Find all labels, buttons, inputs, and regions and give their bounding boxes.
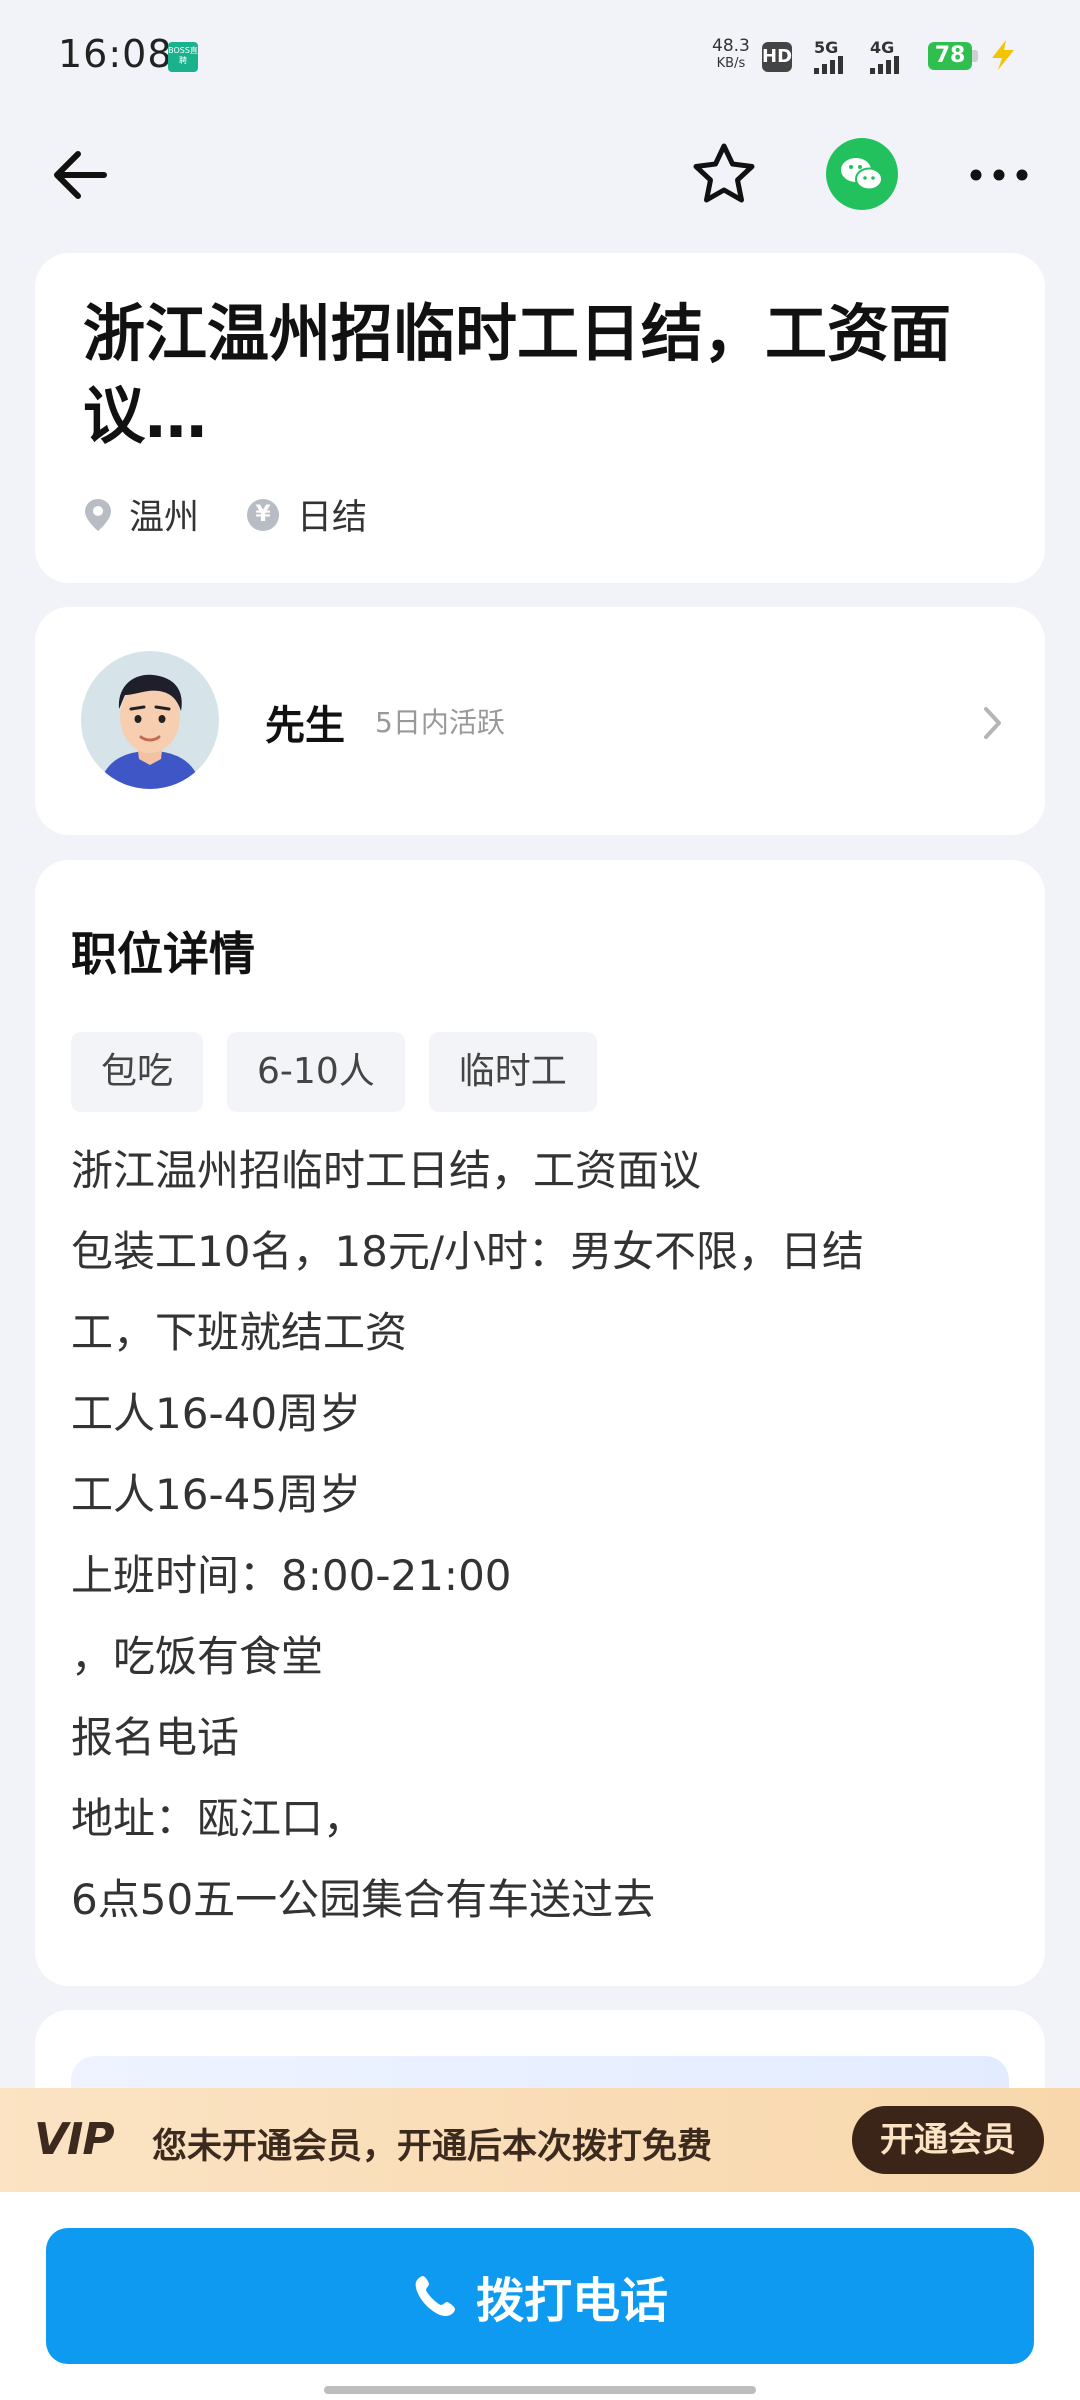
job-tag: 包吃 <box>71 1032 204 1112</box>
job-details-card: 职位详情 包吃 6-10人 临时工 浙江温州招临时工日结，工资面议 包装工10名… <box>35 860 1045 1986</box>
network-speed: 48.3 KB/s <box>712 38 750 72</box>
home-indicator[interactable] <box>324 2386 756 2394</box>
favorite-button[interactable] <box>688 138 760 210</box>
job-description: 浙江温州招临时工日结，工资面议 包装工10名，18元/小时：男女不限，日结 工，… <box>71 1130 1001 1940</box>
job-location: 温州 <box>83 489 199 540</box>
battery-tip <box>972 50 978 62</box>
chevron-right-icon <box>984 707 1001 739</box>
charging-bolt-icon <box>992 40 1014 70</box>
arrow-left-icon <box>54 151 107 199</box>
job-tag: 临时工 <box>428 1032 597 1112</box>
boss-app-badge-label: BOSS直聘 <box>168 46 198 65</box>
battery-level: 78 <box>928 42 972 70</box>
open-membership-button[interactable]: 开通会员 <box>852 2106 1044 2174</box>
section-title: 职位详情 <box>71 927 255 981</box>
hd-badge: HD <box>762 42 792 72</box>
call-button-label: 拨打电话 <box>475 2273 668 2329</box>
yen-icon: ¥ <box>247 498 280 531</box>
description-line: 上班时间：8:00-21:00 <box>71 1551 512 1600</box>
job-pay-type: ¥ 日结 <box>247 489 367 540</box>
description-line: 工人16-40周岁 <box>71 1389 362 1438</box>
description-line: 报名电话 <box>71 1713 240 1762</box>
description-line: 6点50五一公园集合有车送过去 <box>71 1875 656 1924</box>
status-time: 16:08 <box>58 32 173 76</box>
network-speed-unit: KB/s <box>716 56 746 71</box>
description-line: 地址：瓯江口， <box>71 1794 366 1843</box>
star-outline-icon <box>693 143 755 203</box>
vip-promo-banner: VIP 您未开通会员，开通后本次拨打免费 开通会员 <box>0 2088 1080 2192</box>
phone-icon <box>415 2276 455 2317</box>
boss-app-badge: BOSS直聘 <box>168 42 198 72</box>
avatar-man-icon <box>81 651 219 789</box>
signal-5g: 5G <box>814 40 843 74</box>
back-button[interactable] <box>46 140 116 210</box>
signal-4g-label: 4G <box>870 38 895 57</box>
more-button[interactable] <box>964 140 1034 210</box>
description-line: ，吃饭有食堂 <box>71 1632 324 1681</box>
job-tag: 6-10人 <box>227 1032 405 1112</box>
description-line: 包装工10名，18元/小时：男女不限，日结 <box>71 1227 865 1276</box>
signal-5g-label: 5G <box>814 38 839 57</box>
job-location-label: 温州 <box>129 498 200 538</box>
job-title: 浙江温州招临时工日结，工资面议… <box>83 297 952 452</box>
signal-bars-icon <box>814 56 843 74</box>
job-meta-row: 温州 ¥ 日结 <box>83 489 415 540</box>
network-speed-value: 48.3 <box>712 36 750 56</box>
more-horizontal-icon <box>970 169 1028 181</box>
call-button[interactable]: 拨打电话 <box>46 2228 1034 2364</box>
wechat-icon <box>841 158 883 191</box>
bottom-action-bar: 拨打电话 <box>0 2192 1080 2400</box>
vip-message: 您未开通会员，开通后本次拨打免费 <box>152 2127 713 2167</box>
vip-logo: VIP <box>34 2114 115 2165</box>
poster-card[interactable]: 先生 5日内活跃 <box>35 607 1045 835</box>
location-pin-icon <box>85 498 111 531</box>
signal-bars-icon <box>870 56 899 74</box>
job-title-card: 浙江温州招临时工日结，工资面议… 温州 ¥ 日结 <box>35 253 1045 583</box>
job-tags: 包吃 6-10人 临时工 <box>71 1032 597 1112</box>
poster-activity-status: 5日内活跃 <box>375 706 505 739</box>
description-line: 工，下班就结工资 <box>71 1308 408 1357</box>
wechat-share-button[interactable] <box>826 138 898 210</box>
avatar <box>81 651 219 789</box>
description-line: 浙江温州招临时工日结，工资面议 <box>71 1146 702 1195</box>
job-pay-type-label: 日结 <box>297 498 368 538</box>
status-bar: 16:08 BOSS直聘 48.3 KB/s HD 5G 4G 78 <box>0 0 1080 110</box>
signal-4g: 4G <box>870 40 899 74</box>
poster-name: 先生 <box>265 703 345 749</box>
description-line: 工人16-45周岁 <box>71 1470 362 1519</box>
